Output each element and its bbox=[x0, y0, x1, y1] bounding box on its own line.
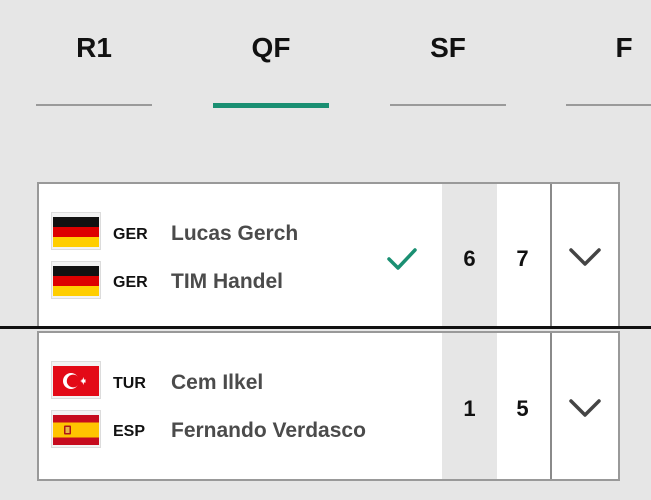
spain-flag-icon bbox=[51, 410, 101, 448]
match-card[interactable]: GER Lucas Gerch GER TIM Handel 6 7 bbox=[37, 182, 620, 329]
set-score: 7 bbox=[516, 246, 529, 271]
player-country-code: ESP bbox=[113, 423, 146, 440]
player-name: TIM Handel bbox=[171, 270, 284, 293]
chevron-down-icon[interactable] bbox=[567, 396, 603, 420]
tab-active-underline bbox=[213, 103, 329, 108]
tab-label: SF bbox=[430, 32, 466, 63]
tab-underline bbox=[390, 104, 506, 106]
player-country-code: GER bbox=[113, 274, 148, 291]
tab-label: F bbox=[615, 32, 633, 63]
divider bbox=[550, 184, 552, 327]
set-score: 1 bbox=[463, 396, 476, 421]
tab-label: R1 bbox=[76, 32, 112, 63]
player-country-code: TUR bbox=[113, 375, 146, 392]
round-tabs: R1 QF SF F bbox=[0, 0, 651, 120]
turkey-flag-icon bbox=[51, 361, 101, 399]
player-name: Fernando Verdasco bbox=[171, 419, 366, 442]
tab-r1[interactable]: R1 bbox=[36, 0, 152, 120]
tab-sf[interactable]: SF bbox=[390, 0, 506, 120]
match-card[interactable]: TUR Cem Ilkel ESP Fernando Verdasco 1 5 bbox=[37, 331, 620, 481]
tab-f[interactable]: F bbox=[566, 0, 651, 120]
tab-qf[interactable]: QF bbox=[213, 0, 329, 120]
player-country-code: GER bbox=[113, 226, 148, 243]
divider bbox=[550, 333, 552, 479]
germany-flag-icon bbox=[51, 261, 101, 299]
bracket-connector-line bbox=[0, 326, 651, 329]
player-name: Lucas Gerch bbox=[171, 222, 299, 245]
set-score: 5 bbox=[516, 396, 529, 421]
tab-label: QF bbox=[251, 32, 291, 63]
set-score: 6 bbox=[463, 246, 476, 271]
player-name: Cem Ilkel bbox=[171, 371, 264, 394]
chevron-down-icon[interactable] bbox=[567, 245, 603, 269]
tab-underline bbox=[566, 104, 651, 106]
tab-underline bbox=[36, 104, 152, 106]
check-icon bbox=[387, 248, 417, 270]
germany-flag-icon bbox=[51, 212, 101, 250]
